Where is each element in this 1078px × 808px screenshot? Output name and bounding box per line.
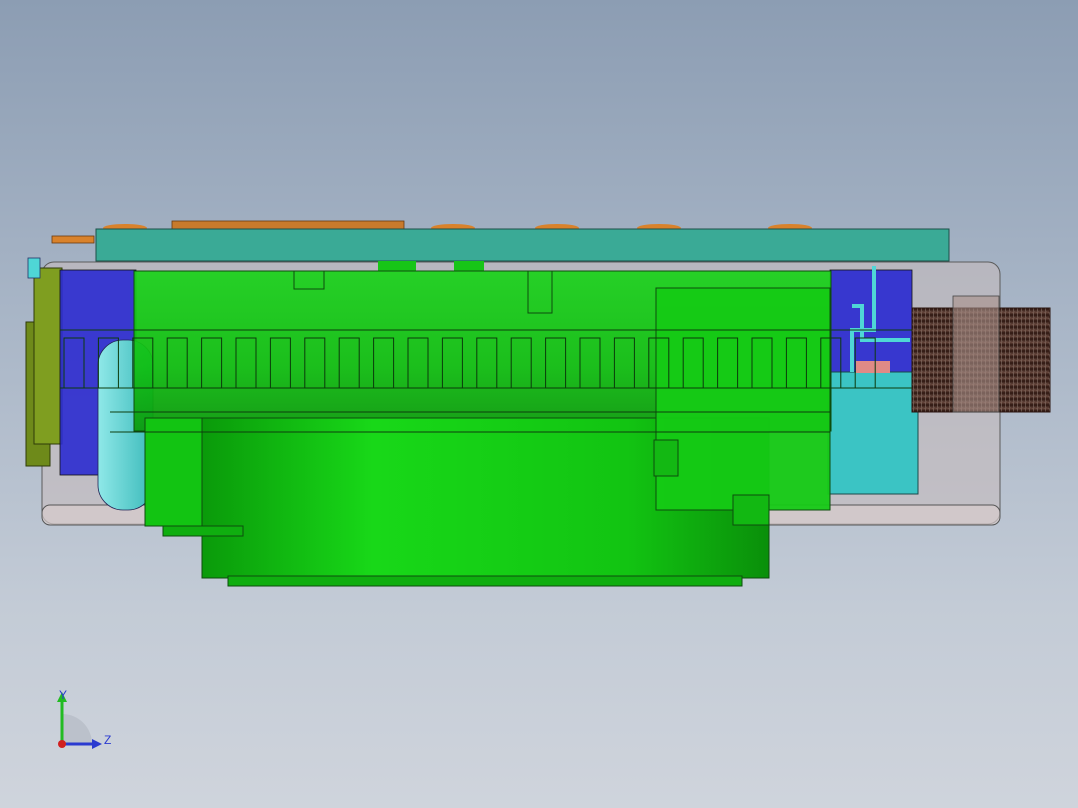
- top-plate-post: [454, 261, 484, 271]
- main-green-body: [60, 270, 912, 587]
- body-foot-left: [162, 525, 244, 537]
- z-axis-label: Z: [104, 733, 111, 747]
- left-end-bracket: [33, 267, 63, 445]
- top-plate-post: [378, 261, 416, 271]
- 3d-viewport[interactable]: Y Z: [0, 0, 1078, 808]
- cyan-block-right: [827, 371, 919, 495]
- coil-collar: [952, 295, 1000, 413]
- side-tab: [51, 235, 95, 244]
- body-knob: [653, 439, 679, 477]
- body-right-stem: [732, 494, 770, 526]
- coordinate-triad: Y Z: [57, 688, 111, 749]
- cad-model[interactable]: [25, 220, 1051, 587]
- x-axis-dot: [58, 740, 66, 748]
- top-plate: [95, 228, 950, 262]
- pink-block: [856, 361, 890, 373]
- body-right-block: [655, 287, 831, 511]
- body-drum-base: [227, 575, 743, 587]
- z-axis-arrowhead: [92, 739, 102, 749]
- y-axis-label: Y: [59, 688, 67, 702]
- connector-strip: [171, 220, 405, 230]
- triad-quarter: [62, 714, 92, 744]
- left-cyan-clip: [27, 257, 41, 279]
